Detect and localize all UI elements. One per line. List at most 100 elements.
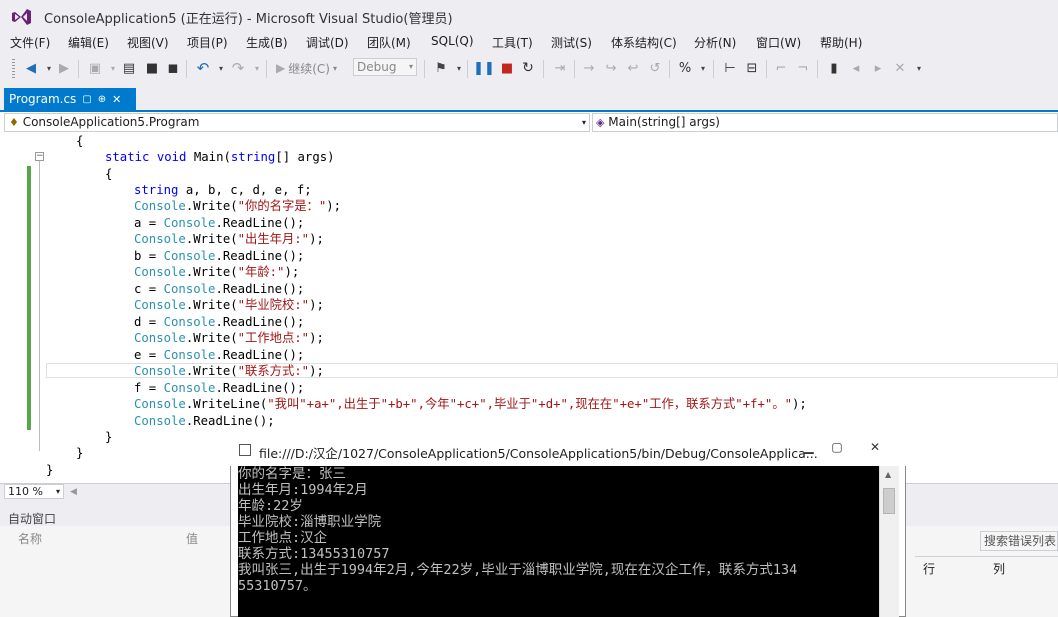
- menu-bar: 文件(F) 编辑(E) 视图(V) 项目(P) 生成(B) 调试(D) 团队(M…: [0, 32, 1058, 54]
- show-next-statement-icon[interactable]: ⇥: [551, 59, 569, 77]
- menu-build[interactable]: 生成(B): [246, 34, 288, 51]
- console-line: 年龄:22岁: [238, 498, 303, 514]
- step-over-icon[interactable]: ↪: [602, 59, 620, 77]
- console-line: 毕业院校:淄博职业学院: [238, 514, 382, 530]
- window-title: ConsoleApplication5 (正在运行) - Microsoft V…: [44, 12, 453, 27]
- menu-help[interactable]: 帮助(H): [820, 34, 862, 51]
- attach-process-icon[interactable]: ⚑: [432, 59, 450, 77]
- error-column-column[interactable]: 列: [993, 560, 1005, 577]
- class-icon: ♦: [9, 116, 19, 129]
- console-app-icon: [239, 444, 251, 456]
- code-line: Console.Write("毕业院校:");: [134, 298, 324, 312]
- menu-edit[interactable]: 编辑(E): [68, 34, 109, 51]
- zoom-select[interactable]: 110 % ▾: [4, 484, 64, 499]
- code-line: d = Console.ReadLine();: [134, 315, 305, 329]
- member-dropdown[interactable]: ◈ Main(string[] args): [592, 113, 1058, 132]
- hex-display-icon[interactable]: %: [676, 59, 694, 77]
- toolbar-separator: [669, 60, 670, 78]
- menu-sql[interactable]: SQL(Q): [431, 34, 474, 48]
- bookmark-icon[interactable]: ▮: [825, 59, 843, 77]
- scroll-up-icon[interactable]: ▲: [885, 470, 891, 479]
- autos-column-name[interactable]: 名称: [18, 530, 42, 547]
- zoom-value: 110 %: [8, 485, 43, 498]
- step-back-icon[interactable]: ↺: [646, 59, 664, 77]
- code-line: Console.Write("你的名字是：");: [134, 199, 342, 213]
- console-title: file:///D:/汉企/1027/ConsoleApplication5/C…: [259, 446, 818, 461]
- code-line: {: [105, 167, 113, 181]
- toolbar-separator: [574, 60, 575, 78]
- menu-analyze[interactable]: 分析(N): [694, 34, 736, 51]
- close-icon[interactable]: ✕: [112, 93, 121, 106]
- menu-architecture[interactable]: 体系结构(C): [611, 34, 677, 51]
- previous-bookmark-icon[interactable]: ◂: [847, 59, 865, 77]
- toolbar-separator: [543, 60, 544, 78]
- visual-studio-logo-icon: [12, 9, 31, 25]
- scrollbar-thumb[interactable]: [883, 488, 895, 514]
- maximize-icon[interactable]: ▢: [822, 437, 852, 457]
- menu-file[interactable]: 文件(F): [10, 34, 50, 51]
- lock-icon: ▢: [82, 93, 92, 105]
- console-scrollbar[interactable]: ▲: [879, 466, 899, 617]
- code-line-main-signature: static void Main(string[] args): [105, 150, 335, 164]
- console-line: 出生年月:1994年2月: [238, 482, 368, 498]
- code-line-writeline: Console.WriteLine("我叫"+a+",出生于"+b+",今年"+…: [134, 397, 807, 411]
- toolbar-separator: [817, 60, 818, 78]
- step-into-icon[interactable]: →: [580, 59, 598, 77]
- code-line: Console.ReadLine();: [134, 414, 275, 428]
- console-line: 联系方式:13455310757: [238, 546, 390, 562]
- autos-panel-title: 自动窗口: [8, 512, 57, 526]
- stack-frame-icon[interactable]: ⊟: [743, 59, 761, 77]
- next-bookmark-icon[interactable]: ▸: [869, 59, 887, 77]
- code-line: e = Console.ReadLine();: [134, 348, 305, 362]
- stop-icon[interactable]: ■: [498, 59, 516, 77]
- toolbar-separator: [424, 60, 425, 78]
- menu-tools[interactable]: 工具(T): [492, 34, 533, 51]
- code-line: f = Console.ReadLine();: [134, 381, 305, 395]
- error-column-line[interactable]: 行: [923, 560, 935, 577]
- hex-dropdown-icon[interactable]: ▾: [694, 59, 712, 77]
- uncomment-icon[interactable]: ¬: [794, 59, 812, 77]
- toolbar-overflow-icon[interactable]: ▾: [910, 59, 928, 77]
- code-line: Console.Write("工作地点:");: [134, 331, 324, 345]
- error-list-search[interactable]: 搜索错误列表: [980, 531, 1058, 551]
- menu-test[interactable]: 测试(S): [551, 34, 592, 51]
- document-tab-strip: [0, 88, 1058, 112]
- comment-icon[interactable]: ⌐: [772, 59, 790, 77]
- thread-icon[interactable]: ⊢: [721, 59, 739, 77]
- autos-column-value[interactable]: 值: [186, 530, 198, 547]
- scroll-left-icon[interactable]: ◀: [70, 487, 77, 497]
- pause-icon[interactable]: ❚❚: [473, 59, 495, 77]
- collapse-icon[interactable]: −: [35, 152, 44, 161]
- navigation-bar: ♦ ConsoleApplication5.Program ▾ ◈ Main(s…: [0, 112, 1058, 134]
- menu-window[interactable]: 窗口(W): [756, 34, 801, 51]
- toolbar-separator: [713, 60, 714, 78]
- toolbar-separator: [467, 60, 468, 78]
- step-out-icon[interactable]: ↩: [624, 59, 642, 77]
- code-line: b = Console.ReadLine();: [134, 249, 305, 263]
- pin-icon[interactable]: ⊕: [98, 94, 106, 105]
- console-line: 我叫张三,出生于1994年2月,今年22岁,毕业于淄博职业学院,现在在汉企工作，…: [238, 562, 798, 578]
- code-line: Console.Write("年龄:");: [134, 265, 300, 279]
- code-line-declaration: string a, b, c, d, e, f;: [134, 183, 312, 197]
- restart-icon[interactable]: ↻: [519, 59, 537, 77]
- console-output[interactable]: 你的名字是：张三 出生年月:1994年2月 年龄:22岁 毕业院校:淄博职业学院…: [238, 466, 879, 617]
- close-icon[interactable]: ✕: [854, 437, 896, 457]
- menu-debug[interactable]: 调试(D): [306, 34, 349, 51]
- code-line: Console.Write("出生年月:");: [134, 232, 324, 246]
- class-dropdown[interactable]: ♦ ConsoleApplication5.Program ▾: [4, 113, 590, 132]
- code-line: }: [105, 430, 113, 444]
- menu-team[interactable]: 团队(M): [367, 34, 411, 51]
- tab-label: Program.cs: [9, 92, 77, 106]
- menu-project[interactable]: 项目(P): [187, 34, 228, 51]
- clear-bookmarks-icon[interactable]: ✕: [891, 59, 909, 77]
- code-line: }: [76, 446, 84, 460]
- toolbar-separator: [766, 60, 767, 78]
- attach-dropdown-icon[interactable]: ▾: [450, 59, 468, 77]
- changed-lines-margin: [27, 166, 31, 430]
- code-line: }: [46, 463, 54, 477]
- menu-view[interactable]: 视图(V): [127, 34, 169, 51]
- code-line: {: [76, 134, 84, 148]
- console-line: 你的名字是：张三: [238, 466, 346, 482]
- tab-program-cs[interactable]: Program.cs ▢ ⊕ ✕: [4, 88, 136, 110]
- minimize-icon[interactable]: ▁: [794, 437, 824, 457]
